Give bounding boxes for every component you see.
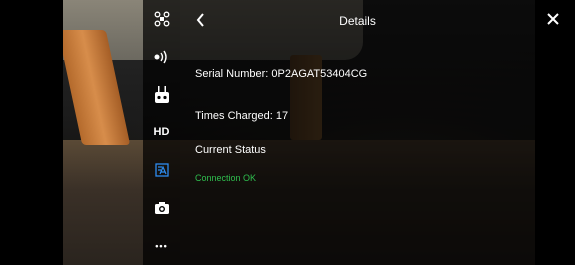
signal-icon[interactable] (143, 45, 180, 69)
drone-icon[interactable] (143, 7, 180, 31)
hd-icon[interactable]: HD (143, 120, 180, 144)
hd-label: HD (153, 126, 170, 138)
page-title: Details (339, 14, 376, 28)
camera-icon[interactable] (143, 196, 180, 220)
connection-status: Connection OK (195, 173, 257, 183)
more-icon[interactable]: ••• (143, 234, 180, 258)
close-icon (547, 13, 559, 25)
settings-sidebar: HD ••• (143, 0, 180, 265)
serial-number: Serial Number: 0P2AGAT53404CG (195, 68, 368, 80)
current-status-label: Current Status (195, 144, 266, 156)
battery-icon[interactable] (143, 158, 180, 182)
left-letterbox (0, 0, 63, 265)
remote-controller-icon[interactable] (143, 83, 180, 107)
more-label: ••• (155, 241, 168, 251)
right-letterbox (535, 0, 575, 265)
close-button[interactable] (546, 13, 560, 27)
details-panel: Details Serial Number: 0P2AGAT53404CG Ti… (180, 0, 535, 265)
times-charged: Times Charged: 17 (195, 110, 289, 122)
